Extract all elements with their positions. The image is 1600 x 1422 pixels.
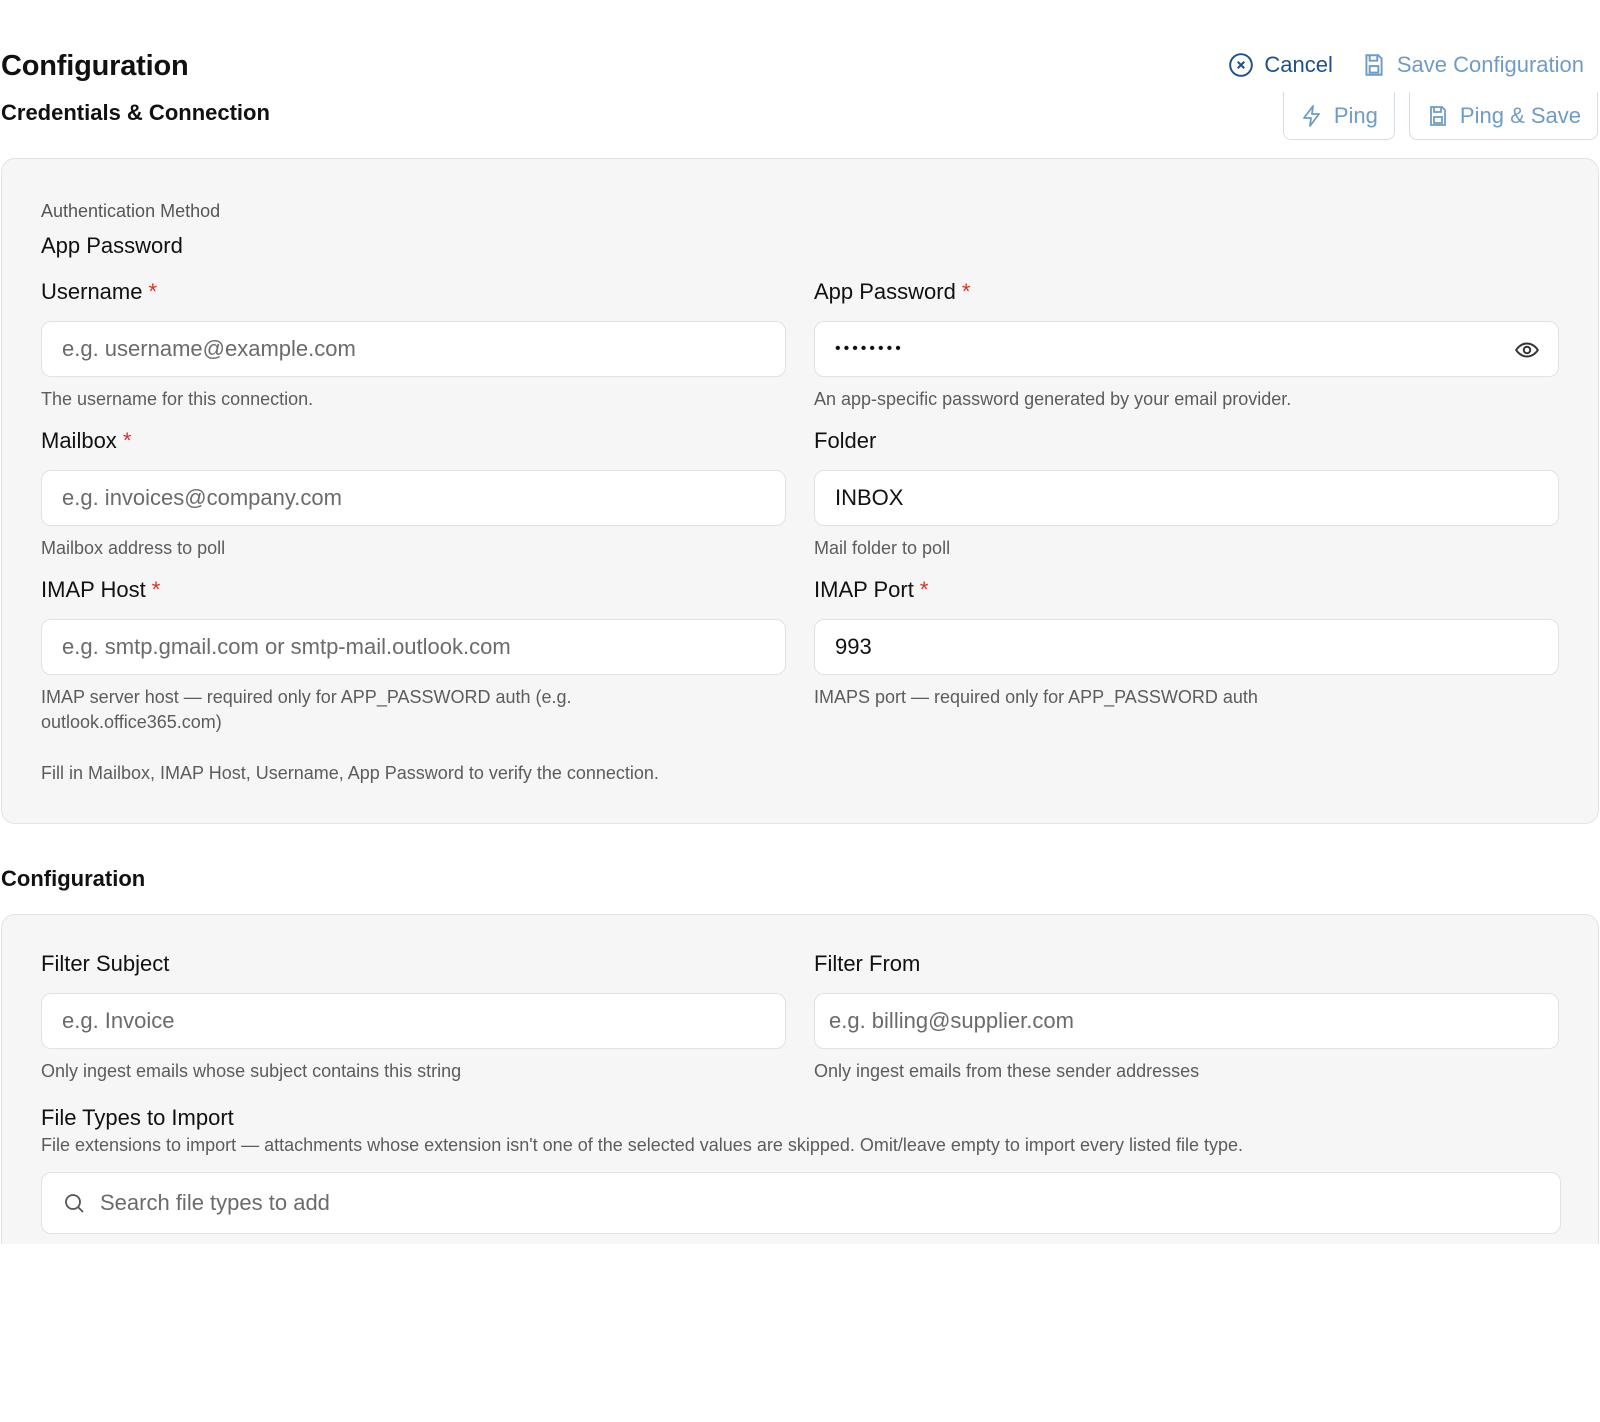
cancel-label: Cancel (1264, 52, 1333, 77)
username-label: Username * (41, 279, 158, 304)
required-marker: * (961, 279, 971, 304)
verify-connection-note: Fill in Mailbox, IMAP Host, Username, Ap… (41, 763, 659, 783)
search-icon (65, 1194, 84, 1213)
required-marker: * (122, 428, 132, 453)
save-configuration-button[interactable]: Save Configuration (1361, 52, 1584, 78)
app-password-label: App Password * (814, 279, 971, 304)
mailbox-help: Mailbox address to poll (41, 538, 226, 558)
app-password-input[interactable]: •••••••• (814, 321, 1559, 377)
file-types-field: File Types to Import File extensions to … (41, 1105, 1561, 1234)
username-help: The username for this connection. (41, 389, 314, 409)
filter-from-help: Only ingest emails from these sender add… (814, 1061, 1200, 1081)
file-types-search-placeholder: Search file types to add (100, 1190, 330, 1215)
folder-input[interactable]: INBOX (814, 470, 1559, 526)
mailbox-field: Mailbox * e.g. invoices@company.com Mailb… (41, 428, 786, 561)
save-label: Save Configuration (1396, 52, 1584, 77)
filter-subject-field: Filter Subject e.g. Invoice Only ingest … (41, 951, 786, 1084)
imap-host-input[interactable]: e.g. smtp.gmail.com or smtp-mail.outlook… (41, 619, 786, 675)
file-types-label: File Types to Import (41, 1105, 234, 1130)
password-mask: •••••••• (835, 340, 904, 357)
cancel-circle-icon (1229, 53, 1254, 77)
folder-help: Mail folder to poll (814, 538, 951, 558)
username-input[interactable]: e.g. username@example.com (41, 321, 786, 377)
save-icon (1430, 105, 1446, 126)
imap-host-label: IMAP Host * (41, 577, 161, 602)
imap-host-help: IMAP server host — required only for APP… (41, 687, 572, 732)
required-marker: * (919, 577, 929, 602)
filter-subject-label: Filter Subject (41, 951, 170, 976)
imap-host-field: IMAP Host * e.g. smtp.gmail.com or smtp-m… (41, 577, 786, 735)
cancel-button[interactable]: Cancel (1228, 52, 1333, 78)
folder-label: Folder (814, 428, 877, 453)
credentials-card: Authentication Method App Password Usern… (1, 158, 1599, 824)
folder-field: Folder INBOX Mail folder to poll (814, 428, 1559, 561)
required-marker: * (148, 279, 158, 304)
app-password-help: An app-specific password generated by yo… (814, 389, 1292, 409)
ping-actions: Ping Ping & Save (1282, 92, 1598, 140)
filter-from-label: Filter From (814, 951, 921, 976)
auth-method-label: Authentication Method (41, 201, 221, 221)
imap-port-field: IMAP Port * 993 IMAPS port — required onl… (814, 577, 1559, 710)
file-types-search-input[interactable]: Search file types to add (41, 1172, 1561, 1234)
mailbox-label: Mailbox * (41, 428, 132, 453)
ping-save-label: Ping & Save (1459, 102, 1581, 128)
top-actions: Cancel Save Configuration (1228, 52, 1584, 78)
save-icon (1365, 54, 1383, 76)
ping-label: Ping (1333, 102, 1378, 128)
section-title-configuration: Configuration (1, 866, 146, 891)
imap-port-input[interactable]: 993 (814, 619, 1559, 675)
eye-icon[interactable] (1514, 337, 1540, 363)
username-field: Username * e.g. username@example.com The … (41, 279, 786, 412)
filter-subject-input[interactable]: e.g. Invoice (41, 993, 786, 1049)
mailbox-input[interactable]: e.g. invoices@company.com (41, 470, 786, 526)
filter-from-input[interactable]: e.g. billing@supplier.com (814, 993, 1559, 1049)
filter-subject-help: Only ingest emails whose subject contain… (41, 1061, 462, 1081)
required-marker: * (151, 577, 161, 602)
ping-button[interactable]: Ping (1282, 92, 1395, 140)
app-password-field: App Password * •••••••• An app-specific p… (814, 279, 1559, 412)
ping-save-button[interactable]: Ping & Save (1408, 92, 1598, 140)
filter-from-field: Filter From e.g. billing@supplier.com On… (814, 951, 1559, 1084)
imap-port-label: IMAP Port * (814, 577, 929, 602)
file-types-description: File extensions to import — attachments … (41, 1135, 1244, 1155)
auth-method-value: App Password (41, 233, 183, 258)
configuration-card: Filter Subject e.g. Invoice Only ingest … (1, 914, 1599, 1244)
page-title: Configuration (1, 50, 189, 82)
imap-port-help: IMAPS port — required only for APP_PASSW… (814, 687, 1258, 707)
section-title-credentials: Credentials & Connection (1, 100, 270, 125)
lightning-icon (1302, 104, 1320, 127)
